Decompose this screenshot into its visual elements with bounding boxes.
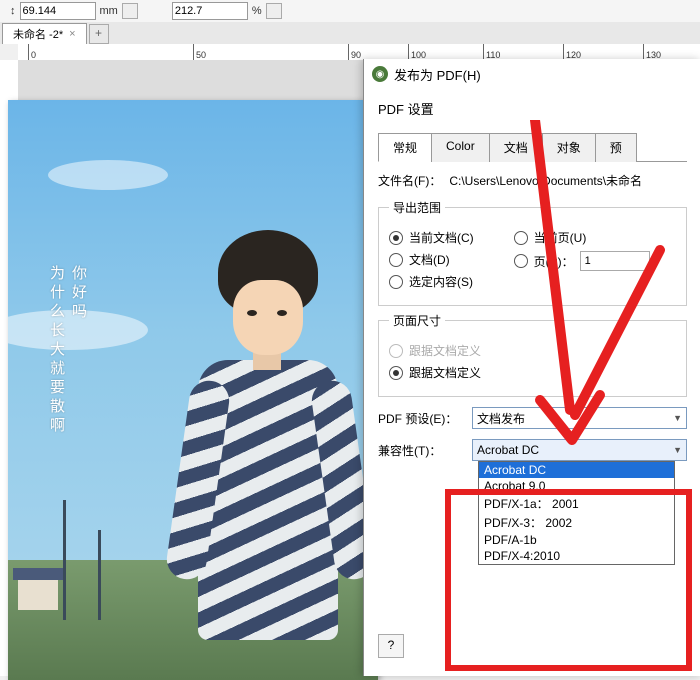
- toolbar-icon[interactable]: [266, 3, 282, 19]
- export-range-legend: 导出范围: [389, 199, 445, 216]
- coord-input[interactable]: [20, 2, 96, 20]
- compat-option[interactable]: PDF/X-1a： 2001: [479, 494, 674, 513]
- radio-pagesize-1-label: 跟据文档定义: [409, 342, 481, 359]
- preset-label: PDF 预设(E)：: [378, 410, 464, 427]
- compat-value: Acrobat DC: [477, 443, 539, 457]
- radio-selection[interactable]: [389, 275, 403, 289]
- radio-page-label: 页(P)：: [534, 253, 574, 270]
- compat-option[interactable]: PDF/A-1b: [479, 532, 674, 548]
- radio-current-page-label: 当前页(U): [534, 229, 587, 246]
- ruler-tick: 110: [483, 44, 500, 60]
- illustration-pole: [98, 530, 101, 620]
- radio-page[interactable]: [514, 254, 528, 268]
- pdf-publish-dialog: ◉ 发布为 PDF(H) PDF 设置 常规 Color 文档 对象 预 文件名…: [363, 59, 700, 676]
- filename-row: 文件名(F)： C:\Users\Lenovo\Documents\未命名: [378, 172, 687, 189]
- artwork-text-1: 你好吗: [68, 265, 89, 322]
- coord-icon: ↕: [10, 5, 16, 17]
- tab-document[interactable]: 文档: [489, 133, 543, 162]
- compat-option[interactable]: PDF/X-3： 2002: [479, 513, 674, 532]
- add-tab-button[interactable]: +: [89, 24, 109, 44]
- radio-current-page[interactable]: [514, 231, 528, 245]
- artwork-text-2: 为什么长大就要散啊: [46, 265, 67, 436]
- radio-current-doc-label: 当前文档(C): [409, 229, 474, 246]
- document-tab[interactable]: 未命名 -2* ×: [2, 23, 87, 44]
- filename-value: C:\Users\Lenovo\Documents\未命名: [449, 172, 642, 189]
- export-range-group: 导出范围 当前文档(C) 文档(D) 选定内容(S) 当前页(U) 页(P)：: [378, 199, 687, 306]
- illustration-roof: [13, 568, 63, 580]
- ruler-tick: 100: [408, 44, 426, 60]
- pdf-icon: ◉: [372, 66, 388, 82]
- document-tab-bar: 未命名 -2* × +: [0, 22, 700, 44]
- preset-combo[interactable]: 文档发布 ▼: [472, 407, 687, 429]
- ruler-tick: 0: [28, 44, 36, 60]
- radio-docs-label: 文档(D): [409, 251, 450, 268]
- unit-label: mm: [100, 5, 118, 17]
- dialog-tabs: 常规 Color 文档 对象 预: [378, 132, 687, 162]
- preset-value: 文档发布: [477, 410, 525, 427]
- document-tab-label: 未命名 -2*: [13, 26, 63, 42]
- radio-selection-label: 选定内容(S): [409, 273, 473, 290]
- top-toolbar: ↕ mm %: [0, 0, 700, 23]
- page-size-group: 页面尺寸 跟据文档定义 跟据文档定义: [378, 312, 687, 397]
- ruler-tick: 90: [348, 44, 361, 60]
- page-size-legend: 页面尺寸: [389, 312, 445, 329]
- ruler-tick: 50: [193, 44, 206, 60]
- tab-pre[interactable]: 预: [595, 133, 637, 162]
- toolbar-spacer-icon: [122, 3, 138, 19]
- compat-option[interactable]: PDF/X-4:2010: [479, 548, 674, 564]
- compat-dropdown: Acrobat DC Acrobat 9.0 PDF/X-1a： 2001 PD…: [478, 461, 675, 565]
- document-page: 你好吗 为什么长大就要散啊: [8, 100, 378, 680]
- dialog-title: 发布为 PDF(H): [394, 65, 481, 84]
- page-number-input[interactable]: [580, 251, 650, 271]
- preset-row: PDF 预设(E)： 文档发布 ▼: [378, 407, 687, 429]
- ruler-tick: 120: [563, 44, 581, 60]
- compat-label: 兼容性(T)：: [378, 442, 464, 459]
- illustration-character: [178, 230, 358, 680]
- compat-option[interactable]: Acrobat DC: [479, 462, 674, 478]
- dialog-section-label: PDF 设置: [364, 89, 700, 128]
- illustration-pole: [63, 500, 66, 620]
- radio-pagesize-2[interactable]: [389, 366, 403, 380]
- radio-current-doc[interactable]: [389, 231, 403, 245]
- tab-color[interactable]: Color: [431, 133, 490, 162]
- compat-option[interactable]: Acrobat 9.0: [479, 478, 674, 494]
- chevron-down-icon: ▼: [673, 445, 682, 455]
- zoom-input[interactable]: [172, 2, 248, 20]
- chevron-down-icon: ▼: [673, 413, 682, 423]
- tab-general[interactable]: 常规: [378, 133, 432, 162]
- pct-label: %: [252, 5, 262, 17]
- compat-combo[interactable]: Acrobat DC ▼: [472, 439, 687, 461]
- radio-pagesize-1: [389, 344, 403, 358]
- radio-pagesize-2-label: 跟据文档定义: [409, 364, 481, 381]
- ruler-tick: 130: [643, 44, 661, 60]
- illustration-house: [18, 580, 58, 610]
- compat-row: 兼容性(T)： Acrobat DC ▼ Acrobat DC Acrobat …: [378, 439, 687, 461]
- filename-label: 文件名(F)：: [378, 172, 441, 189]
- radio-docs[interactable]: [389, 253, 403, 267]
- dialog-titlebar: ◉ 发布为 PDF(H): [364, 59, 700, 89]
- close-icon[interactable]: ×: [69, 28, 75, 40]
- help-button[interactable]: ?: [378, 634, 404, 658]
- tab-object[interactable]: 对象: [542, 133, 596, 162]
